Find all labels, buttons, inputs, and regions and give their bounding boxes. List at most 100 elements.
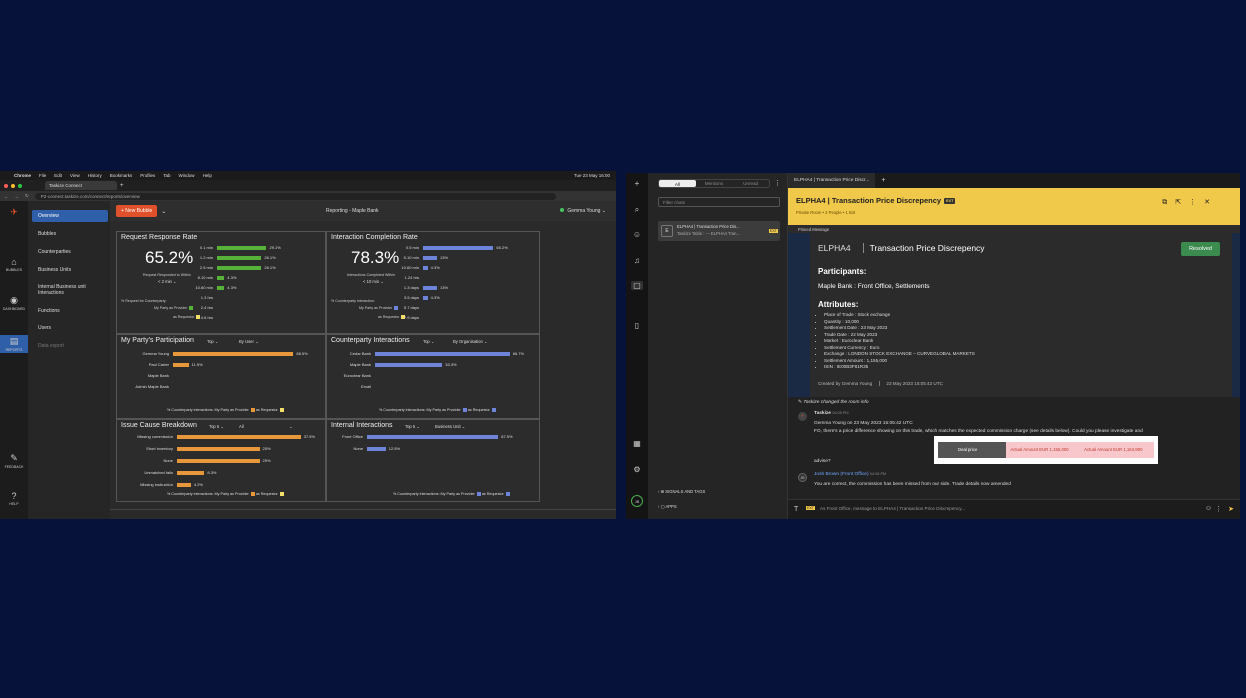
nav-overview[interactable]: Overview [32, 210, 108, 222]
close-window-icon[interactable] [4, 183, 8, 188]
resolved-button[interactable]: Resolved [1181, 242, 1220, 256]
bar [423, 286, 438, 290]
new-tab-icon[interactable]: + [120, 183, 124, 189]
menu-file[interactable]: File [39, 173, 46, 178]
card-header: ELPHA4 Transaction Price Discrepency [818, 243, 985, 253]
deal-table: Deal price Actual Amount EUR 1,155,000 A… [938, 442, 1154, 458]
chevron-down-icon[interactable]: ⌄ [289, 424, 293, 429]
business-unit-dropdown[interactable]: Business Unit ⌄ [435, 424, 465, 429]
bar-value: 4.3% [227, 275, 237, 280]
user-menu[interactable]: Gemma Young ⌄ [560, 208, 606, 214]
top-dropdown[interactable]: Top ⌄ [423, 339, 434, 344]
menu-edit[interactable]: Edit [54, 173, 62, 178]
completion-cp-label: % Counterparty Interaction: [331, 299, 375, 303]
address-bar[interactable]: P2-connect.taskize.com/connect/reports/o… [34, 192, 556, 200]
contacts-icon[interactable]: ☺ [631, 230, 643, 239]
bar-value: 4.3% [227, 285, 237, 290]
attributes-list: Place of Trade : Stock exchange Quantity… [824, 312, 975, 371]
rail-bubbles[interactable]: ⌂ BUBBLES [0, 257, 28, 272]
plus-icon[interactable]: + [631, 179, 643, 188]
top5-dropdown[interactable]: Top 5 ⌄ [209, 424, 224, 429]
copy-icon[interactable]: ⧉ [1162, 199, 1175, 206]
bar-label: 0.5 min [405, 245, 419, 250]
menu-view[interactable]: View [70, 173, 80, 178]
bar [423, 256, 438, 260]
panel-request-response: Request Response Rate 65.2% Request Resp… [116, 231, 326, 334]
dashboard-icon: ◉ [10, 295, 18, 305]
room-event: ✎ Taskize changed the room info [798, 400, 869, 405]
nav-internal-bu-interactions[interactable]: Internal Business unit Interactions [32, 282, 108, 299]
room-tab[interactable]: ELPHA4 | Transaction Price Discr... [788, 173, 876, 188]
menu-window[interactable]: Window [179, 173, 195, 178]
deal-price-image[interactable]: Deal price Actual Amount EUR 1,155,000 A… [934, 436, 1158, 464]
more-icon[interactable]: ⋮ [1215, 505, 1222, 513]
more-icon[interactable]: ⋮ [774, 179, 781, 187]
chat-tabs: ELPHA4 | Transaction Price Discr... + [788, 173, 1240, 188]
rail-help[interactable]: ? HELP [0, 491, 28, 506]
completion-window-dropdown[interactable]: < 10 min ⌄ [363, 279, 384, 284]
apps-icon[interactable]: ▦ [631, 439, 643, 448]
signals-and-tags-section[interactable]: › ⊞ SIGNALS AND TAGS [658, 489, 705, 494]
menu-help[interactable]: Help [203, 173, 212, 178]
attributes-heading: Attributes: [818, 300, 859, 309]
chat-list-item[interactable]: E ELPHA4 | Transaction Price Dis... Task… [658, 221, 780, 241]
bar [177, 435, 301, 439]
maximize-window-icon[interactable] [18, 183, 22, 188]
pinned-message-bar[interactable]: Pinned Message [788, 225, 1240, 233]
menu-history[interactable]: History [88, 173, 102, 178]
send-icon[interactable]: ➤ [1228, 505, 1234, 513]
settings-icon[interactable]: ⚙ [631, 465, 643, 474]
rail-feedback[interactable]: ✎ FEEDBACK [0, 453, 28, 469]
reload-icon[interactable]: ↻ [25, 193, 29, 199]
nav-users[interactable]: Users [32, 322, 108, 334]
apps-section[interactable]: › ▢ APPS [658, 504, 677, 509]
horizontal-scrollbar[interactable] [110, 509, 616, 519]
bar [375, 352, 510, 356]
all-dropdown[interactable]: All [239, 424, 244, 429]
nav-functions[interactable]: Functions [32, 305, 108, 317]
menu-profiles[interactable]: Profiles [140, 173, 155, 178]
nav-counterparties[interactable]: Counterparties [32, 246, 108, 258]
seg-mentions[interactable]: Mentions [696, 181, 733, 186]
menu-tab[interactable]: Tab [163, 173, 170, 178]
attr-item: Exchange : LONDON STOCK EXCHANGE – CURVE… [824, 351, 975, 358]
chat-icon[interactable]: ▢ [631, 281, 643, 290]
search-icon[interactable]: ⌕ [631, 205, 643, 215]
chat-list: All Mentions Unread ⋮ Filter chats E ELP… [648, 173, 788, 519]
avatar[interactable]: JB [631, 495, 643, 507]
response-window-dropdown[interactable]: < 2 min ⌄ [158, 279, 177, 284]
seg-unread[interactable]: Unread [732, 181, 769, 186]
menu-bookmarks[interactable]: Bookmarks [110, 173, 133, 178]
browser-tab[interactable]: Taskize Connect [45, 181, 117, 190]
room-title: ELPHA4 | Transaction Price Discrepency EX… [796, 196, 956, 205]
minimize-window-icon[interactable] [11, 183, 15, 188]
rail-dashboard[interactable]: ◉ DASHBOARD [0, 295, 28, 311]
nav-business-units[interactable]: Business Units [32, 264, 108, 276]
nav-data-export[interactable]: Data export [32, 340, 108, 352]
filter-chats-input[interactable]: Filter chats [658, 197, 780, 207]
forward-icon[interactable]: → [15, 194, 20, 199]
by-organisation-dropdown[interactable]: By Organisation ⌄ [453, 339, 487, 344]
back-icon[interactable]: ← [4, 194, 9, 199]
more-icon[interactable]: ⋮ [1189, 199, 1204, 206]
bookmark-icon[interactable]: ▯ [631, 321, 643, 330]
message-input[interactable]: As Front Office, message to ELPHA4 | Tra… [820, 506, 1190, 516]
rail-reports[interactable]: ▤ REPORTS [0, 335, 28, 353]
format-text-icon[interactable]: T [794, 506, 798, 513]
new-bubble-button[interactable]: + New Bubble [116, 205, 158, 217]
bar-value: 4.3% [430, 295, 440, 300]
top5-dropdown[interactable]: Top 5 ⌄ [405, 424, 420, 429]
menu-chrome[interactable]: Chrome [14, 173, 31, 178]
bar-label: Short inventory [146, 446, 173, 451]
popout-icon[interactable]: ⇱ [1175, 199, 1189, 206]
new-tab-icon[interactable]: + [881, 177, 885, 184]
panel-title: Internal Interactions [331, 422, 393, 429]
emoji-icon[interactable]: ☺ [1205, 505, 1212, 512]
nav-bubbles[interactable]: Bubbles [32, 228, 108, 240]
by-user-dropdown[interactable]: By User ⌄ [239, 339, 259, 344]
chevron-down-icon[interactable]: ⌄ [161, 208, 166, 215]
top-dropdown[interactable]: Top ⌄ [207, 339, 218, 344]
close-icon[interactable]: ✕ [1204, 199, 1218, 206]
seg-all[interactable]: All [659, 180, 696, 187]
bell-icon[interactable]: ♫ [631, 256, 643, 265]
